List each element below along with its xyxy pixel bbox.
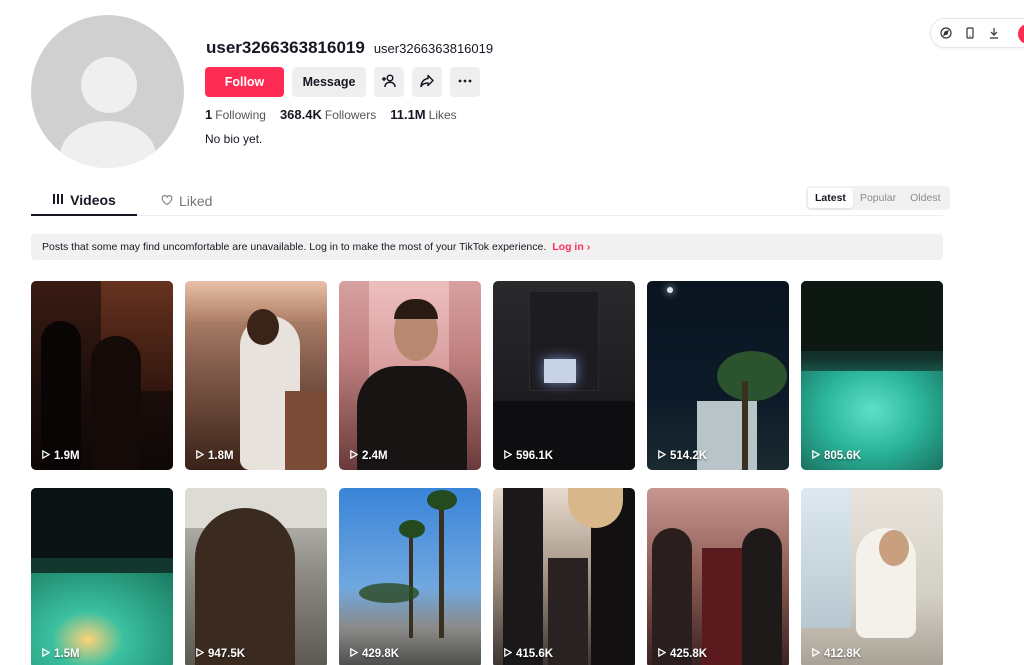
view-count: 1.9M: [41, 449, 80, 462]
more-icon: [457, 73, 473, 92]
sort-latest[interactable]: Latest: [808, 188, 853, 208]
video-card[interactable]: 805.6K: [801, 281, 943, 470]
avatar: [31, 15, 184, 168]
video-card[interactable]: 514.2K: [647, 281, 789, 470]
avatar-head: [81, 57, 137, 113]
notice-login-link[interactable]: Log in ›: [552, 241, 590, 253]
add-friend-icon: [381, 73, 397, 92]
login-label: Log in: [552, 241, 584, 253]
tab-label: Liked: [179, 193, 213, 209]
tab-videos[interactable]: Videos: [31, 186, 137, 216]
nickname: user3266363816019: [373, 41, 494, 56]
chevron-right-icon: ›: [586, 241, 591, 253]
profile-menu-button[interactable]: [1018, 24, 1024, 44]
view-count-label: 412.8K: [824, 648, 862, 660]
heart-icon: [161, 193, 173, 209]
top-right-toolbar: [930, 18, 1024, 48]
view-count-label: 425.8K: [670, 648, 708, 660]
view-count-label: 415.6K: [516, 648, 554, 660]
video-card[interactable]: 1.8M: [185, 281, 327, 470]
stat-following[interactable]: 1 Following: [205, 107, 266, 122]
video-card[interactable]: 425.8K: [647, 488, 789, 665]
follow-button[interactable]: Follow: [205, 67, 284, 97]
stat-value: 368.4K: [279, 107, 322, 122]
stat-followers[interactable]: 368.4K Followers: [280, 107, 376, 122]
view-count-label: 1.5M: [54, 648, 80, 660]
profile-actions: Follow Message: [205, 67, 480, 97]
avatar-body: [60, 121, 156, 168]
view-count-label: 947.5K: [208, 648, 246, 660]
play-icon: [657, 647, 667, 660]
view-count-label: 429.8K: [362, 648, 400, 660]
add-friend-button[interactable]: [374, 67, 404, 97]
stat-label: Following: [215, 108, 266, 122]
bio: No bio yet.: [205, 132, 263, 146]
play-icon: [41, 647, 51, 660]
more-button[interactable]: [450, 67, 480, 97]
stat-label: Followers: [324, 108, 377, 122]
tab-label: Videos: [70, 192, 116, 208]
view-count: 514.2K: [657, 449, 708, 462]
view-count: 429.8K: [349, 647, 400, 660]
video-card[interactable]: 2.4M: [339, 281, 481, 470]
view-count-label: 805.6K: [824, 450, 862, 462]
stat-value: 1: [205, 107, 213, 122]
content-notice: Posts that some may find uncomfortable a…: [31, 234, 943, 260]
view-count: 1.8M: [195, 449, 234, 462]
tab-liked[interactable]: Liked: [161, 186, 221, 216]
video-card[interactable]: 1.5M: [31, 488, 173, 665]
view-count-label: 1.8M: [208, 450, 234, 462]
view-count: 425.8K: [657, 647, 708, 660]
stat-likes: 11.1M Likes: [390, 107, 456, 122]
download-icon[interactable]: [987, 26, 1001, 40]
stat-label: Likes: [428, 108, 457, 122]
view-count: 596.1K: [503, 449, 554, 462]
grid-icon: [52, 192, 64, 208]
view-count-label: 514.2K: [670, 450, 708, 462]
video-card[interactable]: 412.8K: [801, 488, 943, 665]
message-button[interactable]: Message: [292, 67, 366, 97]
view-count-label: 2.4M: [362, 450, 388, 462]
play-icon: [195, 449, 205, 462]
video-card[interactable]: 1.9M: [31, 281, 173, 470]
sort-oldest[interactable]: Oldest: [903, 188, 947, 208]
play-icon: [503, 449, 513, 462]
play-icon: [503, 647, 513, 660]
play-icon: [657, 449, 667, 462]
mobile-icon[interactable]: [963, 26, 977, 40]
video-card[interactable]: 596.1K: [493, 281, 635, 470]
play-icon: [41, 449, 51, 462]
profile-stats: 1 Following 368.4K Followers 11.1M Likes: [205, 107, 457, 122]
play-icon: [811, 449, 821, 462]
sort-popular[interactable]: Popular: [853, 188, 903, 208]
view-count: 805.6K: [811, 449, 862, 462]
video-card[interactable]: 429.8K: [339, 488, 481, 665]
video-card[interactable]: 947.5K: [185, 488, 327, 665]
view-count: 412.8K: [811, 647, 862, 660]
view-count-label: 596.1K: [516, 450, 554, 462]
notice-text: Posts that some may find uncomfortable a…: [42, 241, 547, 253]
view-count: 2.4M: [349, 449, 388, 462]
compass-icon[interactable]: [939, 26, 953, 40]
view-count-label: 1.9M: [54, 450, 80, 462]
view-count: 1.5M: [41, 647, 80, 660]
view-count: 415.6K: [503, 647, 554, 660]
username: user3266363816019: [206, 38, 365, 57]
share-icon: [419, 73, 435, 92]
play-icon: [811, 647, 821, 660]
view-count: 947.5K: [195, 647, 246, 660]
play-icon: [349, 449, 359, 462]
sort-selector: Latest Popular Oldest: [806, 186, 950, 210]
share-button[interactable]: [412, 67, 442, 97]
profile-names: user3266363816019 user3266363816019: [206, 38, 493, 58]
stat-value: 11.1M: [390, 107, 426, 122]
video-card[interactable]: 415.6K: [493, 488, 635, 665]
play-icon: [349, 647, 359, 660]
play-icon: [195, 647, 205, 660]
